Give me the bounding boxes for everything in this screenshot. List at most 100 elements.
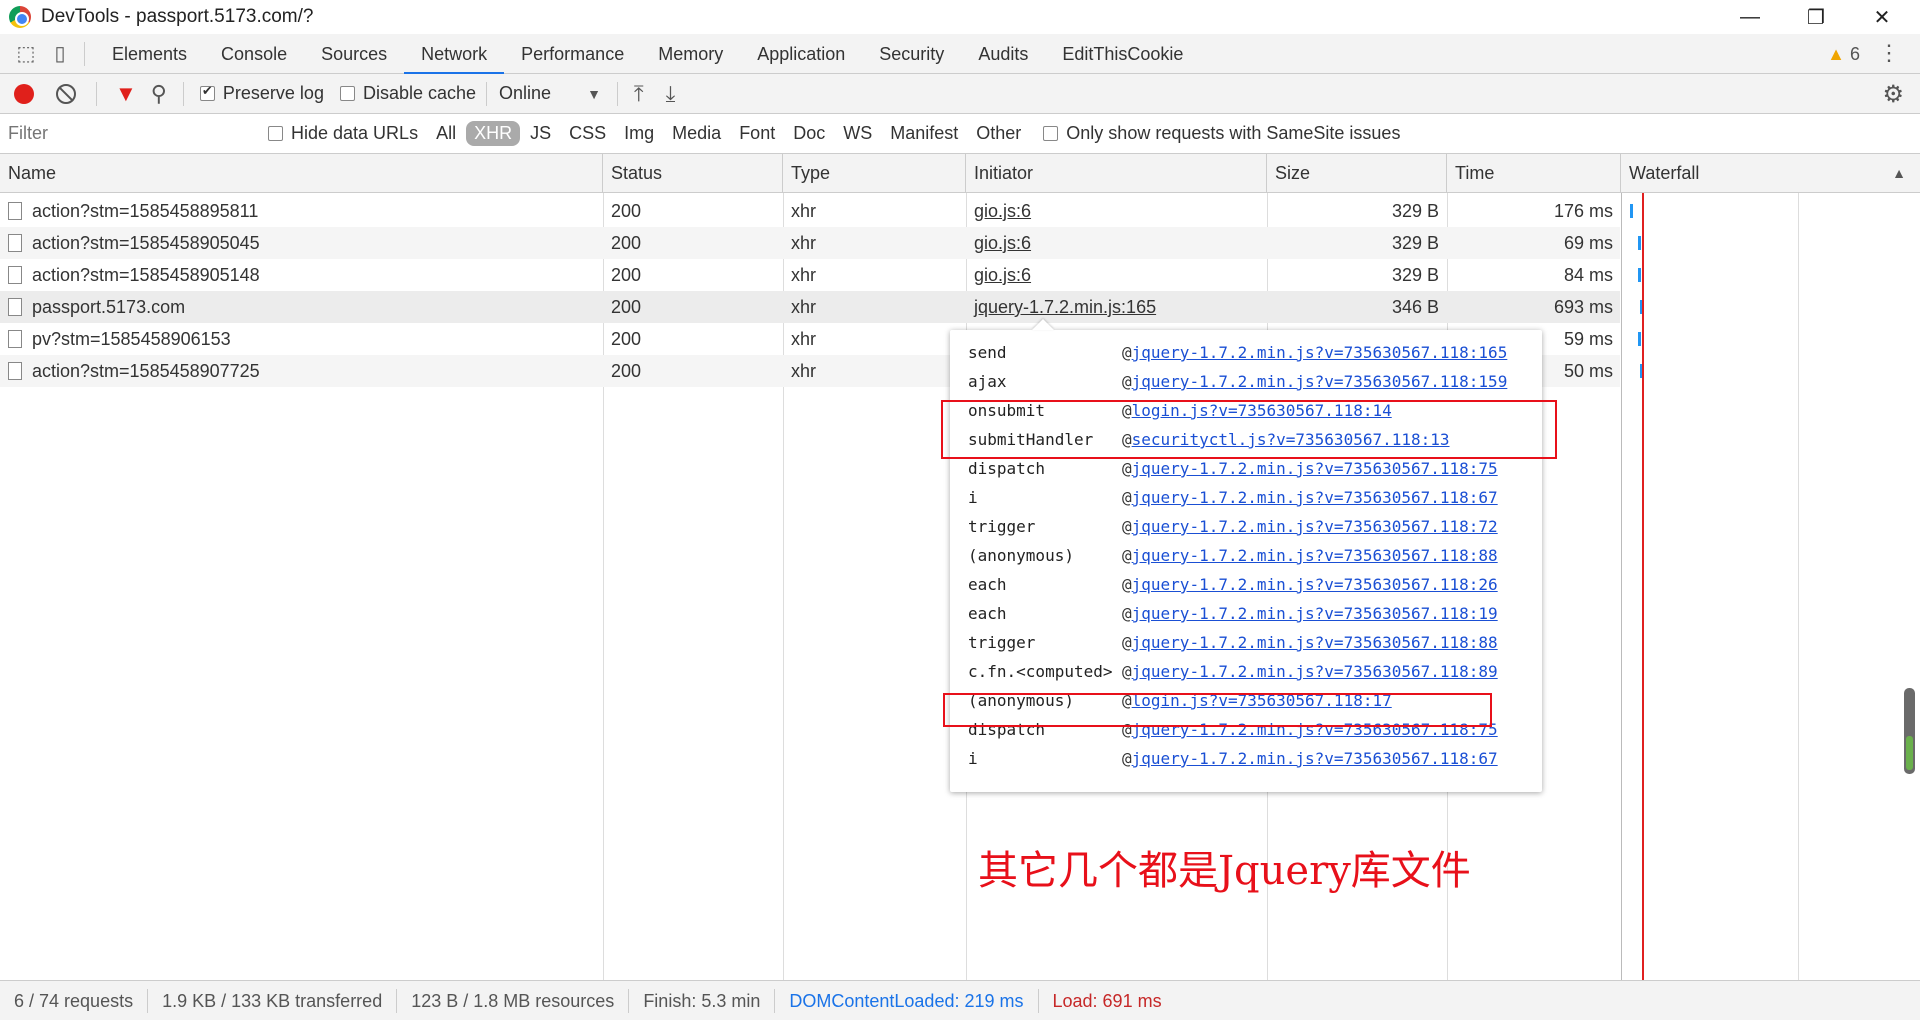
tab-performance[interactable]: Performance — [504, 34, 641, 74]
filter-type-doc[interactable]: Doc — [785, 121, 833, 146]
tab-network[interactable]: Network — [404, 33, 505, 74]
tab-audits[interactable]: Audits — [961, 34, 1045, 74]
record-button[interactable] — [14, 83, 34, 104]
more-options-icon[interactable]: ⋮ — [1878, 40, 1900, 66]
frame-location-link[interactable]: jquery-1.7.2.min.js?v=735630567.118:75 — [1132, 459, 1498, 478]
filter-type-media[interactable]: Media — [664, 121, 729, 146]
device-toolbar-icon[interactable]: ▯ — [46, 40, 74, 68]
at-sign: @ — [1122, 488, 1132, 507]
cell-name[interactable]: pv?stm=1585458906153 — [0, 323, 603, 355]
tab-editthiscookie[interactable]: EditThisCookie — [1045, 34, 1200, 74]
filter-type-js[interactable]: JS — [522, 121, 559, 146]
cell-name[interactable]: action?stm=1585458907725 — [0, 355, 603, 387]
inspect-element-icon[interactable]: ⬚ — [12, 40, 40, 68]
search-icon[interactable]: ⚲ — [151, 81, 167, 107]
stack-frame: (anonymous) @jquery-1.7.2.min.js?v=735630… — [968, 541, 1538, 570]
cell-initiator[interactable]: gio.js:6 — [966, 259, 1267, 291]
cell-type: xhr — [791, 329, 817, 349]
frame-location-link[interactable]: jquery-1.7.2.min.js?v=735630567.118:88 — [1132, 633, 1498, 652]
cell-name[interactable]: action?stm=1585458905148 — [0, 259, 603, 291]
column-name[interactable]: Name — [0, 154, 603, 193]
hide-data-urls-checkbox[interactable]: Hide data URLs — [268, 123, 418, 144]
settings-gear-icon[interactable]: ⚙ — [1882, 80, 1904, 109]
divider — [96, 81, 97, 106]
frame-location-link[interactable]: jquery-1.7.2.min.js?v=735630567.118:26 — [1132, 575, 1498, 594]
table-row[interactable]: passport.5173.com 200 xhr jquery-1.7.2.min.… — [0, 291, 1643, 323]
table-row[interactable]: action?stm=1585458895811 200 xhr gio.js:6 32… — [0, 195, 1633, 227]
throttle-value: Online — [499, 83, 552, 103]
vertical-scrollbar[interactable] — [1904, 688, 1915, 774]
cell-initiator[interactable]: gio.js:6 — [966, 195, 1267, 227]
scrollbar-thumb[interactable] — [1906, 736, 1913, 770]
cell-initiator[interactable]: jquery-1.7.2.min.js:165 — [966, 291, 1267, 323]
tab-elements[interactable]: Elements — [95, 34, 204, 74]
cell-name[interactable]: action?stm=1585458905045 — [0, 227, 603, 259]
request-name: passport.5173.com — [32, 297, 186, 317]
at-sign: @ — [1122, 517, 1132, 536]
disable-cache-label: Disable cache — [362, 83, 477, 103]
checkbox-icon — [1043, 126, 1059, 141]
filter-type-all[interactable]: All — [428, 121, 464, 146]
checkbox-checked-icon — [199, 83, 215, 101]
network-toolbar: ▼ ⚲ Preserve log Disable cache Online ▼ ⤒… — [0, 74, 1920, 114]
frame-location-link[interactable]: jquery-1.7.2.min.js?v=735630567.118:165 — [1132, 343, 1508, 362]
filter-funnel-icon[interactable]: ▼ — [115, 81, 137, 107]
frame-function: (anonymous) — [968, 546, 1074, 565]
disable-cache-checkbox[interactable]: Disable cache — [339, 83, 477, 104]
frame-location-link[interactable]: jquery-1.7.2.min.js?v=735630567.118:67 — [1132, 488, 1498, 507]
frame-location-link[interactable]: jquery-1.7.2.min.js?v=735630567.118:159 — [1132, 372, 1508, 391]
cell-status: 200 — [611, 233, 642, 253]
column-waterfall[interactable]: Waterfall — [1621, 154, 1920, 193]
frame-location-link[interactable]: jquery-1.7.2.min.js?v=735630567.118:72 — [1132, 517, 1498, 536]
tab-memory[interactable]: Memory — [641, 34, 740, 74]
restore-button[interactable]: ❐ — [1786, 0, 1846, 34]
minimize-button[interactable]: — — [1720, 0, 1780, 34]
frame-location-link[interactable]: jquery-1.7.2.min.js?v=735630567.118:19 — [1132, 604, 1498, 623]
table-row[interactable]: action?stm=1585458905148 200 xhr gio.js:6 32… — [0, 259, 1641, 291]
frame-location-link[interactable]: jquery-1.7.2.min.js?v=735630567.118:88 — [1132, 546, 1498, 565]
filter-type-css[interactable]: CSS — [561, 121, 614, 146]
export-har-icon[interactable]: ⤓ — [666, 81, 676, 107]
table-row[interactable]: action?stm=1585458905045 200 xhr gio.js:6 32… — [0, 227, 1641, 259]
filter-type-font[interactable]: Font — [731, 121, 783, 146]
sort-ascending-icon[interactable]: ▲ — [1892, 154, 1906, 193]
request-name: action?stm=1585458895811 — [32, 201, 259, 221]
samesite-checkbox[interactable]: Only show requests with SameSite issues — [1043, 123, 1400, 144]
frame-function: ajax — [968, 372, 1007, 391]
filter-type-ws[interactable]: WS — [835, 121, 880, 146]
import-har-icon[interactable]: ⤒ — [634, 81, 644, 107]
filter-type-other[interactable]: Other — [968, 121, 1029, 146]
cell-name[interactable]: action?stm=1585458895811 — [0, 195, 603, 227]
tab-sources[interactable]: Sources — [304, 34, 404, 74]
frame-location-link[interactable]: jquery-1.7.2.min.js?v=735630567.118:67 — [1132, 749, 1498, 768]
cell-type: xhr — [791, 201, 817, 221]
load-event-line — [1642, 193, 1644, 980]
clear-button[interactable] — [56, 83, 76, 104]
cell-type: xhr — [791, 233, 817, 253]
preserve-log-checkbox[interactable]: Preserve log — [199, 83, 324, 104]
close-button[interactable]: ✕ — [1852, 0, 1912, 34]
warnings-counter[interactable]: ▲ 6 — [1827, 44, 1860, 65]
cell-initiator[interactable]: gio.js:6 — [966, 227, 1267, 259]
status-transferred: 1.9 KB / 133 KB transferred — [148, 988, 398, 1013]
column-status[interactable]: Status — [603, 154, 783, 193]
frame-function: each — [968, 604, 1007, 623]
tab-application[interactable]: Application — [740, 34, 862, 74]
file-icon — [8, 266, 22, 284]
column-time[interactable]: Time — [1447, 154, 1621, 193]
column-initiator[interactable]: Initiator — [966, 154, 1267, 193]
filter-type-xhr[interactable]: XHR — [466, 121, 521, 146]
cell-status: 200 — [611, 361, 642, 381]
tab-security[interactable]: Security — [862, 34, 961, 74]
filter-input[interactable] — [4, 119, 250, 148]
frame-location-link[interactable]: jquery-1.7.2.min.js?v=735630567.118:89 — [1132, 662, 1498, 681]
waterfall-bar — [1638, 332, 1641, 346]
column-type[interactable]: Type — [783, 154, 966, 193]
throttle-select[interactable]: Online ▼ — [499, 83, 601, 104]
samesite-label: Only show requests with SameSite issues — [1066, 123, 1401, 143]
cell-name[interactable]: passport.5173.com — [0, 291, 603, 323]
tab-console[interactable]: Console — [204, 34, 304, 74]
column-size[interactable]: Size — [1267, 154, 1447, 193]
filter-type-manifest[interactable]: Manifest — [882, 121, 966, 146]
filter-type-img[interactable]: Img — [616, 121, 662, 146]
